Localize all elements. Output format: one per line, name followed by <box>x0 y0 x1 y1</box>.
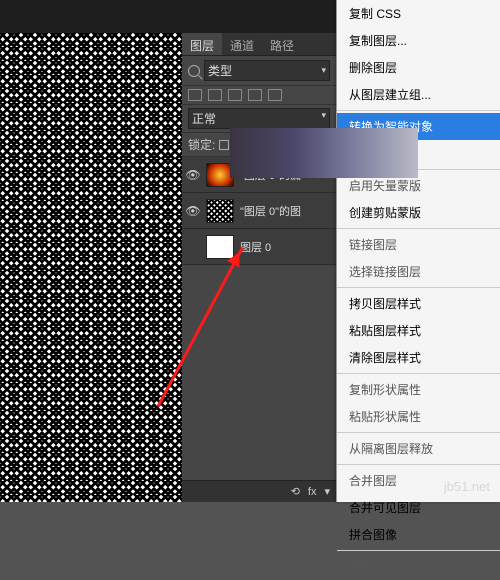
filter-icons <box>182 86 336 105</box>
menu-separator <box>337 464 500 465</box>
tooltip-overlay <box>230 128 418 178</box>
layer-row[interactable]: 图层 0 <box>182 229 336 265</box>
layer-row[interactable]: 👁 "图层 0"的图 <box>182 193 336 229</box>
menu-separator <box>337 228 500 229</box>
menu-separator <box>337 432 500 433</box>
filter-type-icon[interactable] <box>228 89 242 101</box>
menu-item[interactable]: 拷贝图层样式 <box>337 290 500 317</box>
filter-adjust-icon[interactable] <box>208 89 222 101</box>
panel-tabs: 图层 通道 路径 <box>182 33 336 56</box>
menu-item: 粘贴形状属性 <box>337 403 500 430</box>
filter-shape-icon[interactable] <box>248 89 262 101</box>
menu-item[interactable]: 粘贴图层样式 <box>337 317 500 344</box>
layers-panel: 图层 通道 路径 类型 ▾ 正常 ▾ 锁定: 👁"图层 0"的漏👁"图层 0"的… <box>182 33 336 502</box>
lock-transparent-icon[interactable] <box>219 140 229 150</box>
layer-thumb <box>206 235 234 259</box>
chevron-down-icon: ▾ <box>321 110 326 127</box>
menu-separator <box>337 110 500 111</box>
tab-layers[interactable]: 图层 <box>182 33 222 55</box>
chevron-down-icon: ▾ <box>324 485 330 498</box>
filter-row: 类型 ▾ <box>182 56 336 86</box>
layer-name: "图层 0"的图 <box>240 203 301 219</box>
visibility-icon[interactable] <box>186 240 200 254</box>
menu-item[interactable]: 删除图层 <box>337 54 500 81</box>
menu-item[interactable]: 复制 CSS <box>337 0 500 27</box>
menu-separator <box>337 373 500 374</box>
lock-label: 锁定: <box>188 136 215 153</box>
menu-item[interactable]: 复制图层... <box>337 27 500 54</box>
watermark-text: jb51.net <box>444 479 490 494</box>
menu-separator <box>337 287 500 288</box>
canvas-pattern <box>0 33 182 502</box>
chevron-down-icon: ▾ <box>321 65 326 76</box>
search-icon[interactable] <box>188 65 200 77</box>
menu-item[interactable]: 合并可见图层 <box>337 494 500 521</box>
visibility-icon[interactable]: 👁 <box>186 204 200 218</box>
panel-footer: ⟲ fx ▾ <box>182 480 336 502</box>
context-menu: 复制 CSS复制图层...删除图层从图层建立组...转换为智能对象栅格化图层启用… <box>336 0 500 502</box>
menu-item: 从隔离图层释放 <box>337 435 500 462</box>
fx-icon[interactable]: fx <box>308 486 317 498</box>
menu-item: 选择链接图层 <box>337 258 500 285</box>
tab-channels[interactable]: 通道 <box>222 33 262 55</box>
blend-mode-select[interactable]: 正常 ▾ <box>188 108 330 129</box>
menu-item[interactable]: 创建剪贴蒙版 <box>337 199 500 226</box>
filter-smart-icon[interactable] <box>268 89 282 101</box>
visibility-icon[interactable]: 👁 <box>186 168 200 182</box>
filter-type-label: 类型 <box>208 62 232 79</box>
menu-item: 无颜 <box>337 553 500 580</box>
filter-pixel-icon[interactable] <box>188 89 202 101</box>
tab-paths[interactable]: 路径 <box>262 33 302 55</box>
app-topbar <box>0 0 336 33</box>
menu-item[interactable]: 清除图层样式 <box>337 344 500 371</box>
menu-separator <box>337 550 500 551</box>
layer-thumb <box>206 199 234 223</box>
filter-type-select[interactable]: 类型 ▾ <box>204 60 330 81</box>
blend-mode-label: 正常 <box>192 110 216 127</box>
document-canvas[interactable] <box>0 33 182 502</box>
menu-item: 复制形状属性 <box>337 376 500 403</box>
menu-item[interactable]: 从图层建立组... <box>337 81 500 108</box>
layer-name: 图层 0 <box>240 239 271 255</box>
menu-item: 链接图层 <box>337 231 500 258</box>
link-icon[interactable]: ⟲ <box>291 485 300 498</box>
menu-item[interactable]: 拼合图像 <box>337 521 500 548</box>
